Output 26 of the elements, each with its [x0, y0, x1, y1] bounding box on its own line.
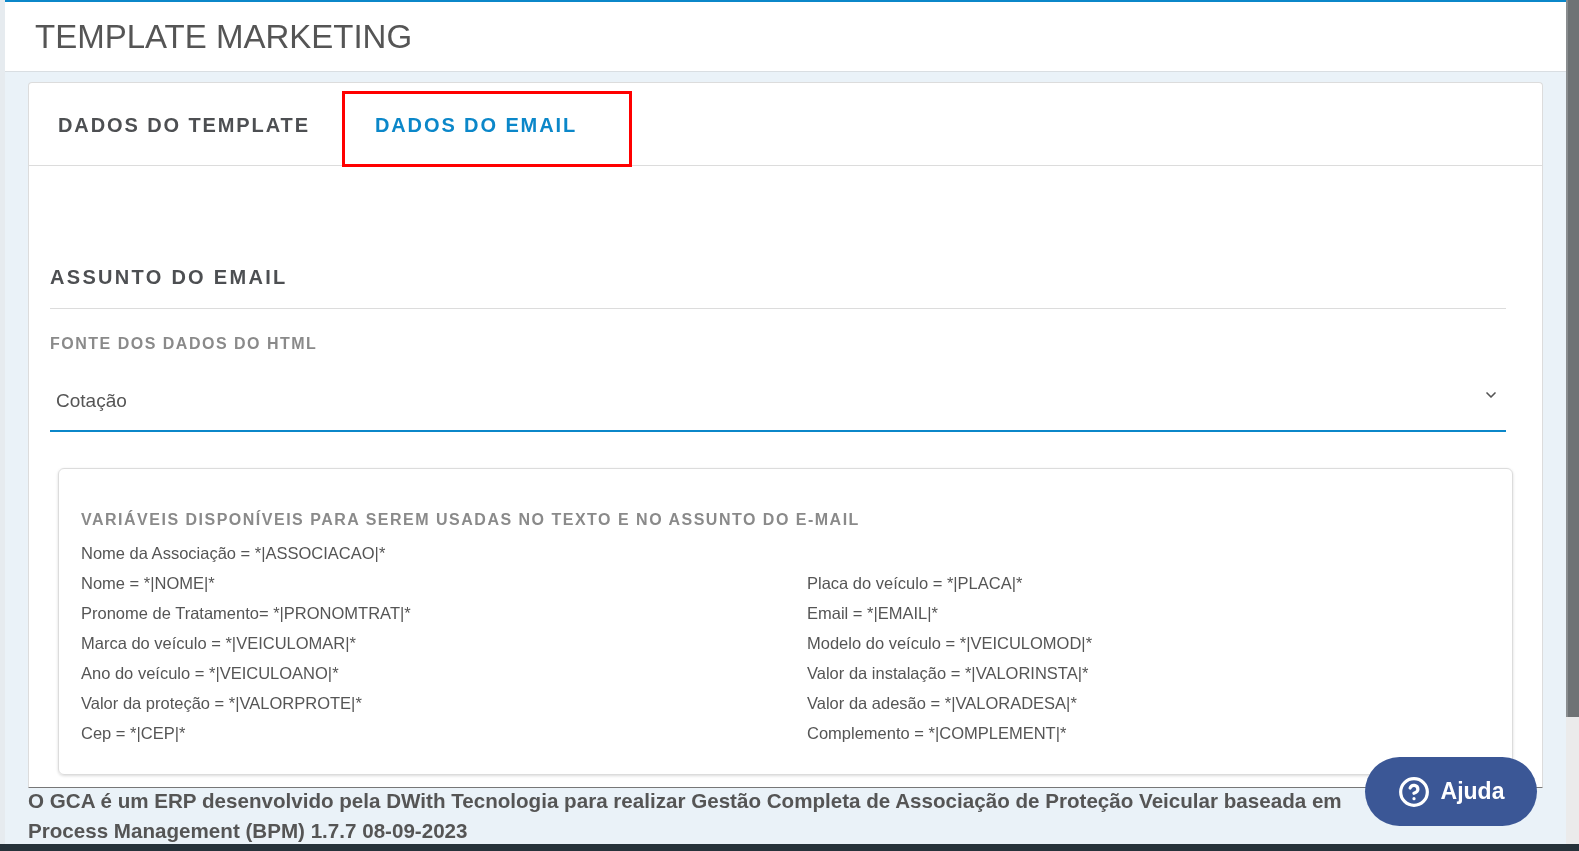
variable-text: Valor da proteção = *|VALORPROTE|* [81, 693, 362, 714]
variable-text: Ano do veículo = *|VEICULOANO|* [81, 663, 339, 684]
page-title: TEMPLATE MARKETING [35, 17, 413, 56]
variables-title: VARIÁVEIS DISPONÍVEIS PARA SEREM USADAS NO TEXTO E NO ASSUNTO DO E-MAIL [81, 511, 860, 529]
tab[interactable]: DADOS DO EMAIL [341, 91, 633, 167]
variable-text: Marca do veículo = *|VEICULOMAR|* [81, 633, 356, 654]
variable-text: Nome = *|NOME|* [81, 573, 215, 594]
data-source-select[interactable]: Cotação [50, 371, 1506, 432]
help-icon [1397, 775, 1430, 808]
footer-text: O GCA é um ERP desenvolvido pela DWith Tecnologia para realizar Gestão Completa de Associação de Proteção Veicular baseada em [28, 789, 1342, 813]
variable-text: Email = *|EMAIL|* [807, 603, 938, 624]
variable-text: Nome da Associação = *|ASSOCIACAO|* [81, 543, 386, 564]
variable-text: Placa do veículo = *|PLACA|* [807, 573, 1023, 594]
variable-text: Pronome de Tratamento= *|PRONOMTRAT|* [81, 603, 411, 624]
section-title: ASSUNTO DO EMAIL [50, 266, 1506, 309]
variable-text: Modelo do veículo = *|VEICULOMOD|* [807, 633, 1093, 654]
help-button[interactable]: Ajuda [1365, 757, 1537, 826]
variable-text: Valor da adesão = *|VALORADESA|* [807, 693, 1077, 714]
scrollbar-thumb[interactable] [1566, 0, 1579, 717]
variable-text: Cep = *|CEP|* [81, 723, 186, 744]
tab[interactable]: DADOS DO TEMPLATE [29, 91, 339, 167]
scrollbar[interactable] [1566, 0, 1579, 844]
variable-text: Complemento = *|COMPLEMENT|* [807, 723, 1067, 744]
variable-text: Valor da instalação = *|VALORINSTA|* [807, 663, 1089, 684]
footer-text: Process Management (BPM) 1.7.7 08-09-2023 [28, 819, 468, 843]
field-label: FONTE DOS DADOS DO HTML [50, 335, 319, 353]
